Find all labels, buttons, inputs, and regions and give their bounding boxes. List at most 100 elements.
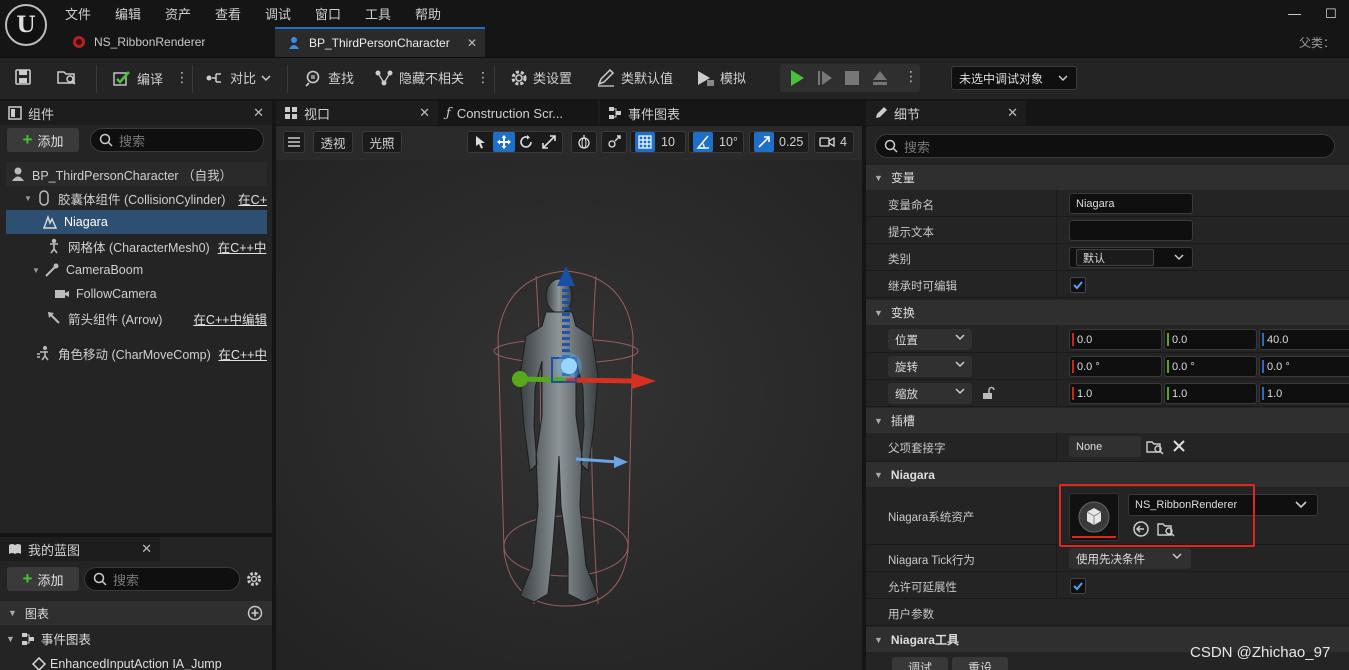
section-variable[interactable]: ▼ 变量 (866, 165, 1349, 190)
edit-in-cpp-link[interactable]: 在C++中 (218, 237, 267, 256)
menu-file[interactable]: 文件 (65, 4, 91, 23)
clear-icon[interactable] (1172, 439, 1186, 453)
expand-arrow-icon[interactable]: ▼ (24, 194, 34, 203)
parent-socket-field[interactable]: None (1069, 436, 1141, 457)
scale-mode-dropdown[interactable]: 缩放 (888, 383, 972, 404)
debug-object-select[interactable]: 未选中调试对象 (951, 66, 1077, 90)
edit-in-cpp-link[interactable]: 在C++中 (218, 344, 267, 363)
expand-arrow-icon[interactable]: ▼ (32, 266, 42, 275)
add-component-button[interactable]: + 添加 (7, 128, 79, 152)
scale-x-input[interactable]: 1.0 (1069, 383, 1162, 404)
browse-socket-icon[interactable] (1146, 439, 1164, 455)
browse-button[interactable] (56, 68, 78, 86)
eject-icon[interactable] (871, 69, 889, 87)
section-transform[interactable]: ▼ 变换 (866, 300, 1349, 325)
step-icon[interactable] (816, 69, 834, 87)
menu-help[interactable]: 帮助 (415, 4, 441, 23)
compile-options-icon[interactable]: ⋮ (175, 69, 189, 86)
menu-tools[interactable]: 工具 (365, 4, 391, 23)
editable-on-inherit-checkbox[interactable] (1070, 277, 1086, 293)
close-icon[interactable]: ✕ (253, 105, 264, 121)
rotation-mode-dropdown[interactable]: 旋转 (888, 356, 972, 377)
scale-z-input[interactable]: 1.0 (1259, 383, 1349, 404)
edit-in-cpp-link[interactable]: 在C++中编辑 (193, 309, 267, 328)
location-x-input[interactable]: 0.0 (1069, 329, 1162, 350)
tree-item-character-mesh[interactable]: 网格体 (CharacterMesh0) 在C++中 (6, 234, 267, 258)
add-blueprint-item-button[interactable]: + 添加 (7, 567, 79, 591)
find-icon (305, 69, 323, 87)
tab-construction-script[interactable]: ƒ Construction Scr... (438, 101, 598, 125)
location-z-input[interactable]: 40.0 (1259, 329, 1349, 350)
chevron-down-icon[interactable] (1174, 253, 1184, 261)
tree-item-camera-boom[interactable]: ▼ CameraBoom (6, 258, 267, 282)
event-graph-item[interactable]: ▼ 事件图表 (6, 629, 91, 648)
rotation-y-input[interactable]: 0.0 ° (1164, 356, 1257, 377)
play-icon[interactable] (788, 69, 806, 87)
details-search-input[interactable]: 搜索 (875, 134, 1335, 158)
minimize-button[interactable]: — (1288, 6, 1301, 21)
tree-item-arrow[interactable]: 箭头组件 (Arrow) 在C++中编辑 (6, 306, 267, 330)
expand-arrow-icon: ▼ (874, 634, 883, 645)
hide-unrelated-button[interactable]: 隐藏不相关 (374, 68, 464, 87)
tree-item-root[interactable]: BP_ThirdPersonCharacter （自我） (6, 162, 267, 186)
debug-button[interactable]: 调试 (892, 657, 948, 670)
tab-ns-ribbon-renderer[interactable]: NS_RibbonRenderer (60, 27, 270, 57)
diff-button[interactable]: 对比 (205, 68, 271, 87)
tab-event-graph[interactable]: 事件图表 (600, 101, 862, 125)
close-icon[interactable]: ✕ (419, 105, 430, 121)
chevron-down-icon (955, 333, 965, 341)
menu-debug[interactable]: 调试 (265, 4, 291, 23)
add-graph-icon[interactable] (247, 605, 263, 621)
menu-window[interactable]: 窗口 (315, 4, 341, 23)
blueprint-search-input[interactable]: 搜索 (84, 567, 240, 591)
maximize-button[interactable]: ☐ (1325, 6, 1337, 22)
tree-item-follow-camera[interactable]: FollowCamera (6, 282, 267, 306)
menu-asset[interactable]: 资产 (165, 4, 191, 23)
tab-label: 视口 (304, 106, 331, 122)
save-button[interactable] (14, 68, 32, 86)
class-defaults-button[interactable]: 类默认值 (596, 68, 673, 87)
components-header: 组件 ✕ (0, 101, 272, 125)
rotation-x-input[interactable]: 0.0 ° (1069, 356, 1162, 377)
tree-item-niagara[interactable]: Niagara (6, 210, 267, 234)
rotation-z-input[interactable]: 0.0 ° (1259, 356, 1349, 377)
close-tab-icon[interactable]: ✕ (467, 36, 477, 50)
tick-behavior-dropdown[interactable]: 使用先决条件 (1069, 548, 1191, 569)
components-search-input[interactable]: 搜索 (90, 128, 264, 152)
tree-item-char-move-comp[interactable]: 角色移动 (CharMoveComp) 在C++中 (6, 341, 267, 365)
simulate-button[interactable]: 模拟 (695, 68, 746, 87)
reset-button[interactable]: 重设 (952, 657, 1008, 670)
close-icon[interactable]: ✕ (1007, 105, 1018, 121)
unlock-icon[interactable] (981, 386, 995, 400)
class-settings-button[interactable]: 类设置 (510, 68, 572, 87)
edit-in-cpp-link[interactable]: 在C+ (238, 189, 267, 208)
unreal-logo[interactable]: U (5, 4, 47, 46)
category-combo[interactable]: 默认 (1069, 247, 1193, 268)
event-list-item[interactable]: EnhancedInputAction IA_Jump (32, 657, 222, 670)
find-button[interactable]: 查找 (305, 68, 354, 87)
stop-icon[interactable] (844, 70, 860, 86)
category-value[interactable]: 默认 (1076, 249, 1154, 266)
variable-name-input[interactable]: Niagara (1069, 193, 1193, 214)
tooltip-input[interactable] (1069, 220, 1193, 241)
allow-scalability-checkbox[interactable] (1070, 578, 1086, 594)
gear-icon[interactable] (246, 571, 262, 587)
viewport[interactable]: 透视 光照 10 10° 0.25 4 (276, 126, 862, 670)
chevron-down-icon (955, 360, 965, 368)
viewport-tab-bar: 视口 ✕ ƒ Construction Scr... 事件图表 (276, 101, 862, 125)
compile-button[interactable]: 编译 (112, 68, 163, 88)
close-icon[interactable]: ✕ (141, 541, 152, 557)
menu-edit[interactable]: 编辑 (115, 4, 141, 23)
tab-bp-third-person-character[interactable]: BP_ThirdPersonCharacter ✕ (275, 27, 485, 57)
section-sockets[interactable]: ▼ 插槽 (866, 408, 1349, 433)
hide-unrelated-options-icon[interactable]: ⋮ (476, 69, 490, 86)
location-mode-dropdown[interactable]: 位置 (888, 329, 972, 350)
scale-y-input[interactable]: 1.0 (1164, 383, 1257, 404)
expand-arrow-icon: ▼ (8, 608, 17, 618)
tab-viewport[interactable]: 视口 ✕ (276, 101, 436, 125)
location-y-input[interactable]: 0.0 (1164, 329, 1257, 350)
play-options-icon[interactable]: ⋮ (904, 68, 918, 85)
tree-item-collision-cylinder[interactable]: ▼ 胶囊体组件 (CollisionCylinder) 在C+ (6, 186, 267, 210)
menu-view[interactable]: 查看 (215, 4, 241, 23)
graphs-section-header[interactable]: ▼ 图表 (0, 601, 272, 625)
